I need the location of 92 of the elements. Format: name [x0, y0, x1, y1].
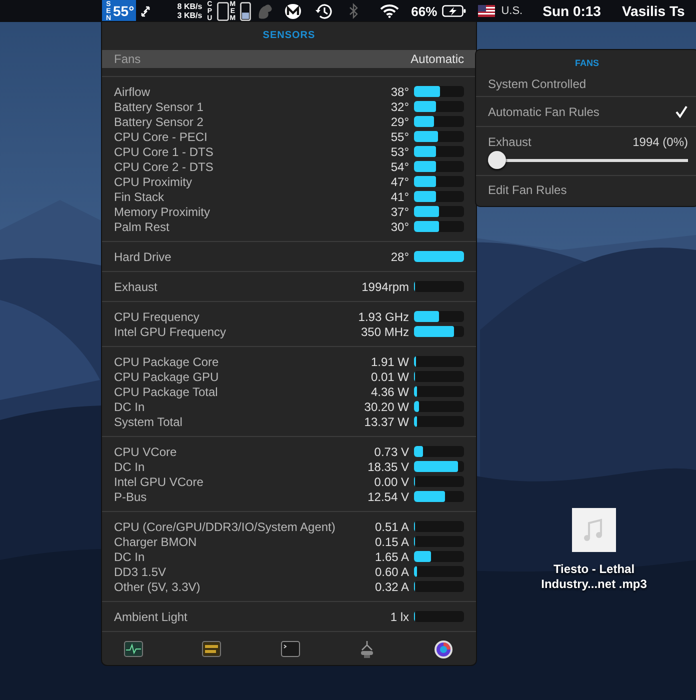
- sensor-reading: 30.20 W: [364, 400, 409, 414]
- shield-m-icon[interactable]: [284, 2, 302, 20]
- sensor-name: CPU Package GPU: [114, 370, 220, 384]
- sensor-reading: 0.60 A: [374, 564, 409, 578]
- sensor-reading: 28°: [390, 250, 409, 264]
- sensor-name: Intel GPU VCore: [114, 474, 204, 488]
- sensor-reading: 1.91 W: [370, 354, 409, 368]
- sensor-reading: 0.73 V: [374, 444, 409, 458]
- sensor-reading: 1.65 A: [374, 550, 409, 564]
- sensor-name: Palm Rest: [114, 220, 170, 234]
- expand-arrows-icon[interactable]: [141, 6, 150, 16]
- sensor-name: Intel GPU Frequency: [114, 324, 228, 338]
- memory-meter-icon[interactable]: [240, 2, 252, 20]
- utility-icon[interactable]: [358, 640, 375, 658]
- sensor-reading: 1 lx: [390, 610, 409, 624]
- sensor-name: Charger BMON: [114, 534, 198, 548]
- sensor-reading: 55°: [390, 130, 409, 144]
- sensor-reading: 13.37 W: [364, 414, 409, 428]
- sensor-name: CPU (Core/GPU/DDR3/IO/System Agent): [114, 520, 336, 534]
- console-icon[interactable]: [202, 641, 222, 657]
- slider-thumb[interactable]: [488, 151, 506, 169]
- sensor-name: CPU Package Core: [114, 354, 220, 368]
- user-name[interactable]: Vasilis Ts: [622, 3, 685, 19]
- sensor-name: Ambient Light: [114, 610, 188, 624]
- sensor-reading: 4.36 W: [370, 384, 409, 398]
- sensor-name: DC In: [114, 400, 146, 414]
- bluetooth-icon[interactable]: [349, 3, 358, 19]
- sensor-name: Hard Drive: [114, 250, 172, 264]
- sensor-reading: 32°: [390, 100, 409, 114]
- sensor-name: P-Bus: [114, 490, 148, 504]
- sensor-reading: 41°: [390, 190, 409, 204]
- sensor-name: CPU Core 2 - DTS: [114, 160, 214, 174]
- time-machine-icon[interactable]: [315, 2, 334, 20]
- edit-fan-rules-item[interactable]: Edit Fan Rules: [476, 175, 696, 203]
- file-name[interactable]: Tiesto - Lethal Industry...net .mp3: [541, 562, 647, 592]
- sensor-reading: 1.93 GHz: [358, 310, 409, 324]
- input-source-label[interactable]: U.S.: [501, 5, 523, 17]
- terminal-icon[interactable]: [280, 641, 300, 657]
- battery-percent[interactable]: 66%: [411, 4, 438, 18]
- sensor-name: Exhaust: [114, 280, 158, 294]
- menu-title: FANS: [574, 57, 600, 70]
- sensor-name: Fin Stack: [114, 190, 166, 204]
- sensor-reading: 0.32 A: [374, 580, 409, 594]
- fan-speed-reading: 1994 (0%): [632, 135, 688, 149]
- sensor-name: Battery Sensor 1: [114, 100, 204, 114]
- activity-monitor-icon[interactable]: [124, 641, 143, 657]
- checkmark-icon: [675, 105, 688, 118]
- sensor-reading: 37°: [390, 204, 409, 218]
- sensor-reading: 30°: [390, 220, 409, 234]
- sensor-name: CPU VCore: [114, 444, 178, 458]
- sensor-name: System Total: [114, 414, 184, 428]
- fan-mode-item[interactable]: Automatic Fan Rules: [476, 96, 696, 127]
- fans-mode: Automatic: [410, 52, 464, 66]
- download-rate: 8 KB/s: [177, 2, 202, 11]
- battery-charging-icon[interactable]: [442, 5, 466, 17]
- fan-mode-item[interactable]: System Controlled: [476, 72, 696, 96]
- sensor-name: CPU Core 1 - DTS: [114, 144, 214, 158]
- sensor-name: Other (5V, 3.3V): [114, 580, 202, 594]
- sensor-name: CPU Proximity: [114, 174, 194, 188]
- panel-title: SENSORS: [262, 29, 316, 43]
- cpu-meter-icon[interactable]: [217, 2, 230, 20]
- sensor-reading: 53°: [390, 144, 409, 158]
- sensor-name: CPU Package Total: [114, 384, 219, 398]
- sensor-reading: 54°: [390, 160, 409, 174]
- sensor-name: Airflow: [114, 84, 152, 98]
- upload-rate: 3 KB/s: [177, 11, 202, 20]
- sensor-name: Memory Proximity: [114, 204, 212, 218]
- sensor-name: CPU Frequency: [114, 310, 200, 324]
- sensor-reading: 0.15 A: [374, 534, 409, 548]
- gauge-icon[interactable]: [434, 640, 453, 658]
- sensor-reading: 350 MHz: [360, 324, 409, 338]
- fan-name: Exhaust: [488, 135, 532, 149]
- sensor-name: DC In: [114, 460, 146, 474]
- sensor-reading: 0.51 A: [374, 520, 409, 534]
- temperature-reading: 55°: [113, 3, 134, 19]
- sensor-name: Battery Sensor 2: [114, 114, 204, 128]
- sensor-reading: 18.35 V: [368, 460, 409, 474]
- fans-label: Fans: [114, 52, 141, 66]
- sensor-reading: 12.54 V: [368, 490, 409, 504]
- clock[interactable]: Sun 0:13: [542, 3, 601, 19]
- flag-icon[interactable]: [478, 5, 496, 17]
- sensor-name: DC In: [114, 550, 146, 564]
- fans-row[interactable]: Fans Automatic: [102, 50, 476, 68]
- sensor-reading: 0.01 W: [370, 370, 409, 384]
- sensor-reading: 0.00 V: [374, 474, 409, 488]
- sensor-reading: 29°: [390, 114, 409, 128]
- sensor-reading: 1994rpm: [362, 280, 409, 294]
- sensor-reading: 47°: [390, 174, 409, 188]
- sensor-name: CPU Core - PECI: [114, 130, 208, 144]
- wifi-icon[interactable]: [380, 4, 400, 18]
- sensor-name: DD3 1.5V: [114, 564, 168, 578]
- sensor-reading: 38°: [390, 84, 409, 98]
